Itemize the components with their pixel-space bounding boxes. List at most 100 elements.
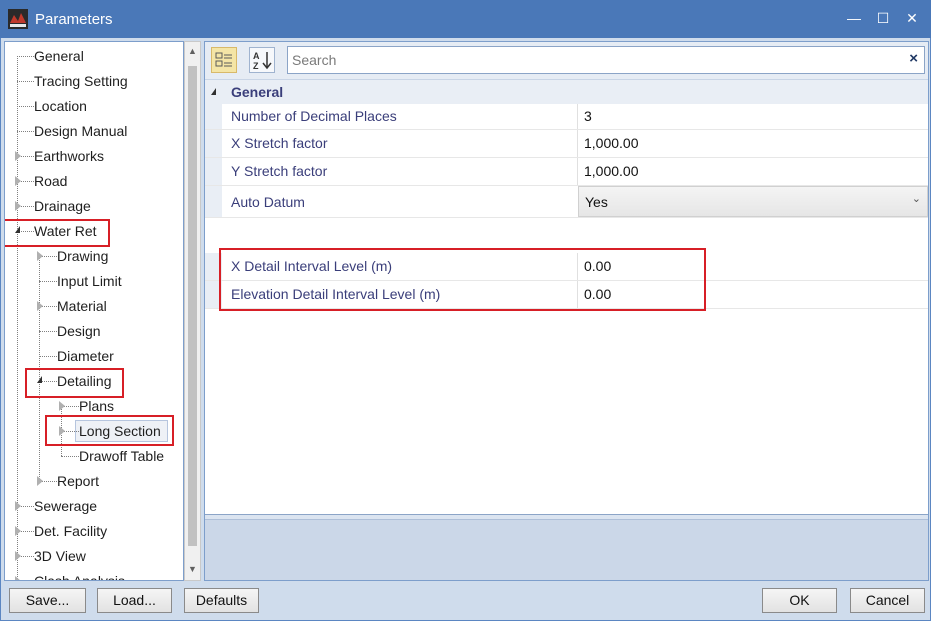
tree-item-location[interactable]: Location [5, 96, 183, 116]
tree-connector [17, 131, 34, 132]
ok-button[interactable]: OK [762, 588, 837, 613]
collapsed-node-icon[interactable] [15, 576, 21, 580]
row-gutter [205, 158, 222, 185]
collapsed-node-icon[interactable] [15, 176, 21, 186]
tree-item-road[interactable]: Road [5, 171, 183, 191]
row-gutter [205, 130, 222, 157]
window-title: Parameters [35, 11, 113, 28]
column-divider [577, 104, 578, 129]
minimize-button[interactable]: — [843, 8, 865, 28]
alphabetical-sort-button[interactable]: A Z [249, 47, 275, 73]
tree-item-report[interactable]: Report [5, 471, 183, 491]
property-name: Auto Datum [231, 194, 305, 210]
auto-datum-select[interactable]: Yes ⌄ [578, 186, 928, 217]
property-row-y-stretch[interactable]: Y Stretch factor 1,000.00 [205, 158, 928, 186]
water-ret-highlight-box [5, 219, 110, 247]
collapsed-node-icon[interactable] [15, 526, 21, 536]
tree-item-drawoff-table[interactable]: Drawoff Table [5, 446, 183, 466]
tree-item-general[interactable]: General [5, 46, 183, 66]
tree-item-diameter[interactable]: Diameter [5, 346, 183, 366]
chevron-down-icon[interactable]: ⌄ [912, 192, 921, 205]
clear-search-icon[interactable]: × [909, 50, 918, 67]
tree-item-3d-view[interactable]: 3D View [5, 546, 183, 566]
tree-item-det-facility[interactable]: Det. Facility [5, 521, 183, 541]
collapsed-node-icon[interactable] [15, 201, 21, 211]
tree-item-design[interactable]: Design [5, 321, 183, 341]
scroll-thumb[interactable] [188, 66, 197, 546]
tree-item-tracing-setting[interactable]: Tracing Setting [5, 71, 183, 91]
cancel-button[interactable]: Cancel [850, 588, 925, 613]
tree-item-clash-analysis[interactable]: Clash Analysis [5, 571, 183, 581]
tree-item-label: General [34, 48, 84, 64]
save-button[interactable]: Save... [9, 588, 86, 613]
pane-splitter[interactable] [205, 515, 928, 520]
categorized-view-button[interactable] [211, 47, 237, 73]
tree-item-sewerage[interactable]: Sewerage [5, 496, 183, 516]
long-section-highlight-box [45, 415, 174, 446]
close-button[interactable]: ✕ [901, 8, 923, 28]
scroll-up-icon[interactable]: ▲ [185, 44, 200, 59]
tree-item-label: Drainage [34, 198, 91, 214]
tree-item-label: Design Manual [34, 123, 128, 139]
sort-az-icon: A Z [253, 51, 272, 71]
tree-item-label: Earthworks [34, 148, 105, 164]
property-value[interactable]: 1,000.00 [584, 135, 639, 151]
collapse-category-icon[interactable] [211, 88, 216, 95]
detailing-highlight-box [25, 368, 124, 398]
property-row-x-stretch[interactable]: X Stretch factor 1,000.00 [205, 130, 928, 158]
tree-item-plans[interactable]: Plans [5, 396, 183, 416]
tree-item-label: Drawing [57, 248, 109, 264]
property-value[interactable]: 1,000.00 [584, 163, 639, 179]
tree-item-label: Road [34, 173, 68, 189]
collapsed-node-icon[interactable] [59, 401, 65, 411]
collapsed-node-icon[interactable] [37, 251, 43, 261]
app-logo-icon [8, 9, 28, 29]
tree-item-drawing[interactable]: Drawing [5, 246, 183, 266]
tree-connector [17, 56, 34, 57]
search-box: × [287, 46, 925, 74]
tree-connector [61, 456, 79, 457]
detail-interval-highlight-box [219, 248, 706, 311]
collapsed-node-icon[interactable] [15, 551, 21, 561]
tree-item-design-manual[interactable]: Design Manual [5, 121, 183, 141]
tree-item-label: Material [57, 298, 107, 314]
parameters-tree: General Tracing Setting Location Design Man… [4, 41, 184, 581]
search-input[interactable] [292, 50, 892, 70]
collapsed-node-icon[interactable] [37, 301, 43, 311]
tree-item-label: Clash Analysis [34, 573, 126, 581]
tree-item-label: Input Limit [57, 273, 122, 289]
tree-item-label: Plans [79, 398, 115, 414]
maximize-button[interactable]: ☐ [872, 8, 894, 28]
category-general[interactable]: General [205, 80, 928, 104]
property-name: Number of Decimal Places [231, 108, 397, 124]
title-bar: Parameters — ☐ ✕ [0, 0, 931, 38]
load-button[interactable]: Load... [97, 588, 172, 613]
tree-item-label: Sewerage [34, 498, 98, 514]
tree-item-label: Location [34, 98, 87, 114]
property-row-decimal-places[interactable]: Number of Decimal Places 3 [205, 104, 928, 130]
tree-item-earthworks[interactable]: Earthworks [5, 146, 183, 166]
row-gutter [205, 104, 222, 129]
column-divider [577, 130, 578, 157]
description-pane [205, 514, 928, 580]
defaults-button[interactable]: Defaults [184, 588, 259, 613]
property-value: Yes [585, 194, 608, 210]
tree-item-material[interactable]: Material [5, 296, 183, 316]
tree-item-label: 3D View [34, 548, 86, 564]
tree-item-label: Det. Facility [34, 523, 108, 539]
collapsed-node-icon[interactable] [15, 501, 21, 511]
property-name: X Stretch factor [231, 135, 328, 151]
property-row-auto-datum[interactable]: Auto Datum Yes ⌄ [205, 186, 928, 218]
column-divider [577, 158, 578, 185]
property-name: Y Stretch factor [231, 163, 328, 179]
tree-item-input-limit[interactable]: Input Limit [5, 271, 183, 291]
tree-item-label: Report [57, 473, 100, 489]
collapsed-node-icon[interactable] [15, 151, 21, 161]
category-label: General [231, 84, 284, 100]
collapsed-node-icon[interactable] [37, 476, 43, 486]
scroll-down-icon[interactable]: ▼ [185, 562, 200, 577]
property-value[interactable]: 3 [584, 108, 592, 124]
tree-connector [39, 356, 57, 357]
tree-scrollbar[interactable]: ▲ ▼ [184, 41, 201, 581]
tree-item-drainage[interactable]: Drainage [5, 196, 183, 216]
